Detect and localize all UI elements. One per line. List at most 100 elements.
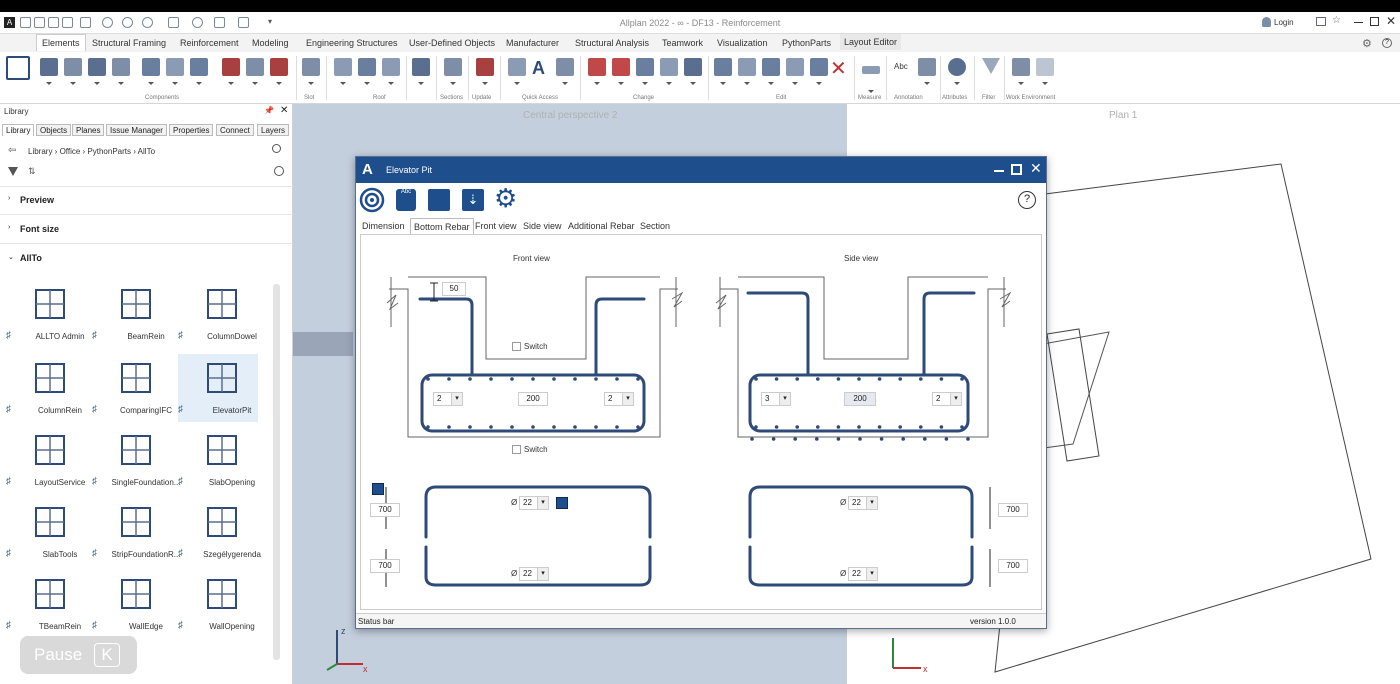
library-item[interactable]: ♯ ColumnRein bbox=[6, 354, 86, 422]
library-tab-properties[interactable]: Properties bbox=[169, 124, 214, 136]
side-upper-height-input[interactable]: 700 bbox=[998, 503, 1028, 517]
change-tool-icon[interactable] bbox=[588, 58, 606, 85]
section-allto[interactable]: AllTo bbox=[20, 253, 42, 263]
annotation-tool-icon[interactable] bbox=[918, 58, 936, 85]
library-tab-connect[interactable]: Connect bbox=[216, 124, 254, 136]
expand-font-size-icon[interactable]: › bbox=[8, 224, 10, 231]
side-right-count-select[interactable]: 2 bbox=[932, 392, 962, 406]
panel-close-icon[interactable]: ✕ bbox=[280, 105, 288, 116]
rotate-tool-icon[interactable] bbox=[762, 58, 780, 85]
copy-tool-icon[interactable] bbox=[714, 58, 732, 85]
attributes-tool-icon[interactable] bbox=[948, 58, 966, 85]
library-item[interactable]: ♯ Szegélygerenda bbox=[178, 498, 261, 566]
front-left-count-select[interactable]: 2 bbox=[433, 392, 463, 406]
save-favorite-icon[interactable] bbox=[428, 189, 450, 211]
library-item[interactable]: ♯ ElevatorPit bbox=[178, 354, 258, 422]
dialog-tab-bottom-rebar[interactable]: Bottom Rebar bbox=[410, 218, 474, 235]
line-tool-icon[interactable] bbox=[508, 58, 526, 85]
side-bottom-diameter-select[interactable]: 22 bbox=[848, 567, 878, 581]
filter-tool-icon[interactable] bbox=[982, 58, 1000, 74]
workspace-icon[interactable] bbox=[6, 56, 30, 80]
work-environment-2-icon[interactable] bbox=[1036, 58, 1054, 85]
library-item[interactable]: ♯ LayoutService bbox=[6, 426, 86, 494]
library-item[interactable]: ♯ WallOpening bbox=[178, 570, 258, 638]
front-switch-checkbox-2[interactable] bbox=[512, 445, 521, 454]
front-right-count-select[interactable]: 2 bbox=[604, 392, 634, 406]
help-button[interactable]: ? bbox=[1018, 191, 1036, 209]
stretch-tool-icon[interactable] bbox=[810, 58, 828, 85]
change-tool-5-icon[interactable] bbox=[684, 58, 702, 85]
column-tool-icon[interactable] bbox=[88, 58, 106, 85]
dialog-tab-dimension[interactable]: Dimension bbox=[362, 221, 405, 231]
library-item[interactable]: ♯ ColumnDowel bbox=[178, 280, 258, 348]
target-icon[interactable] bbox=[359, 187, 385, 213]
side-top-diameter-select[interactable]: 22 bbox=[848, 496, 878, 510]
library-item[interactable]: ♯ ALLTO Admin bbox=[6, 280, 86, 348]
slot-tool-icon[interactable] bbox=[302, 58, 320, 85]
cart-icon[interactable] bbox=[1316, 17, 1326, 26]
dialog-maximize-icon[interactable] bbox=[1011, 164, 1022, 175]
roof-tool-icon[interactable] bbox=[334, 58, 352, 85]
help-icon[interactable]: ? bbox=[1382, 38, 1392, 48]
tab-modeling[interactable]: Modeling bbox=[252, 38, 289, 48]
breadcrumb-office[interactable]: Office bbox=[60, 147, 81, 156]
mirror-tool-icon[interactable] bbox=[786, 58, 804, 85]
tab-reinforcement[interactable]: Reinforcement bbox=[180, 38, 239, 48]
front-top-offset-input[interactable]: 50 bbox=[442, 282, 466, 296]
move-tool-icon[interactable] bbox=[738, 58, 756, 85]
opening-tool-icon[interactable] bbox=[142, 58, 160, 85]
roof-tool-2-icon[interactable] bbox=[358, 58, 376, 85]
dialog-minimize-icon[interactable] bbox=[994, 170, 1004, 172]
filter-icon[interactable] bbox=[8, 167, 18, 176]
library-tab-layers[interactable]: Layers bbox=[257, 124, 290, 136]
library-scrollbar[interactable] bbox=[273, 284, 280, 660]
update-tool-icon[interactable] bbox=[476, 58, 494, 85]
door-tool-icon[interactable] bbox=[190, 58, 208, 85]
library-tab-library[interactable]: Library bbox=[2, 124, 35, 136]
edit-front-diameter-icon[interactable] bbox=[556, 497, 568, 509]
component-tool-icon[interactable] bbox=[222, 58, 240, 85]
user-icon[interactable] bbox=[1262, 17, 1271, 27]
roof-tool-3-icon[interactable] bbox=[382, 58, 400, 85]
front-spacing-input[interactable]: 200 bbox=[518, 392, 548, 406]
breadcrumb-allto[interactable]: AllTo bbox=[138, 147, 155, 156]
sections-tool-icon[interactable] bbox=[412, 58, 430, 85]
front-upper-height-input[interactable]: 700 bbox=[370, 503, 400, 517]
library-tab-objects[interactable]: Objects bbox=[36, 124, 72, 136]
side-spacing-input[interactable]: 200 bbox=[844, 392, 876, 406]
wall-tool-icon[interactable] bbox=[40, 58, 58, 85]
stair-tool-icon[interactable] bbox=[112, 58, 130, 85]
maximize-icon[interactable] bbox=[1370, 17, 1379, 26]
breadcrumb-pythonparts[interactable]: PythonParts bbox=[87, 147, 131, 156]
library-tab-issue-manager[interactable]: Issue Manager bbox=[106, 124, 167, 136]
side-lower-height-input[interactable]: 700 bbox=[998, 559, 1028, 573]
section-font-size[interactable]: Font size bbox=[20, 224, 59, 234]
pin-icon[interactable]: 📌 bbox=[264, 106, 274, 115]
tab-user-defined-objects[interactable]: User-Defined Objects bbox=[409, 38, 495, 48]
slab-tool-icon[interactable] bbox=[64, 58, 82, 85]
component-tool-3-icon[interactable] bbox=[270, 58, 288, 85]
tab-structural-analysis[interactable]: Structural Analysis bbox=[575, 38, 649, 48]
load-favorite-icon[interactable]: ⇣ bbox=[462, 189, 484, 211]
tab-engineering-structures[interactable]: Engineering Structures bbox=[306, 38, 398, 48]
front-switch-checkbox-1[interactable] bbox=[512, 342, 521, 351]
text-style-icon[interactable]: Abc bbox=[396, 189, 416, 211]
library-item[interactable]: ♯ StripFoundationR... bbox=[92, 498, 180, 566]
library-item[interactable]: ♯ ComparingIFC bbox=[92, 354, 172, 422]
pause-overlay[interactable]: Pause K bbox=[20, 636, 137, 674]
text-tool-icon[interactable]: A bbox=[532, 58, 545, 79]
front-lower-height-input[interactable]: 700 bbox=[370, 559, 400, 573]
close-icon[interactable]: ✕ bbox=[1386, 14, 1396, 28]
login-link[interactable]: Login bbox=[1274, 18, 1294, 27]
library-item[interactable]: ♯ SingleFoundation... bbox=[92, 426, 180, 494]
globe-icon[interactable] bbox=[274, 166, 284, 176]
tab-structural-framing[interactable]: Structural Framing bbox=[92, 38, 166, 48]
tab-manufacturer[interactable]: Manufacturer bbox=[506, 38, 559, 48]
library-item[interactable]: ♯ BeamRein bbox=[92, 280, 172, 348]
change-tool-4-icon[interactable] bbox=[660, 58, 678, 85]
section-preview[interactable]: Preview bbox=[20, 195, 54, 205]
tab-elements[interactable]: Elements bbox=[36, 34, 86, 51]
library-item[interactable]: ♯ SlabTools bbox=[6, 498, 86, 566]
settings-gear-icon[interactable]: ⚙ bbox=[1362, 37, 1372, 50]
measure-tool-icon[interactable] bbox=[862, 66, 880, 93]
